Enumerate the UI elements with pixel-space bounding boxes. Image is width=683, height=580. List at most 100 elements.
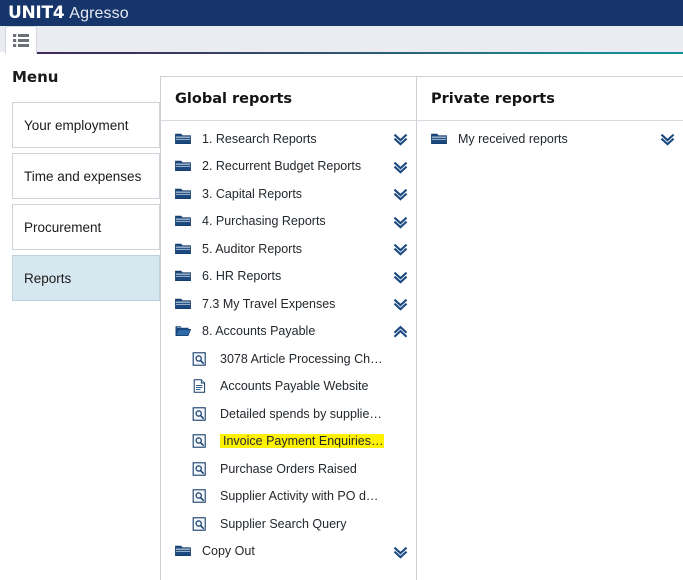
folder-closed-icon <box>175 133 191 144</box>
tree-node[interactable]: Copy Out <box>161 538 416 566</box>
folder-open-icon <box>175 326 191 337</box>
tree-node-icon <box>191 462 209 476</box>
left-menu-column: Menu Your employment Time and expenses Pro… <box>0 54 160 580</box>
tree-node-icon <box>191 407 209 421</box>
folder-closed-icon <box>175 546 191 557</box>
tree-node-label: 8. Accounts Payable <box>202 324 316 339</box>
tree-node-icon <box>174 159 192 173</box>
folder-closed-icon <box>175 298 191 309</box>
tree-node-label: 4. Purchasing Reports <box>202 214 326 229</box>
tree-node[interactable]: My received reports <box>417 125 683 153</box>
query-report-icon <box>192 407 206 421</box>
tree-node-icon <box>174 297 192 311</box>
tree-node-icon <box>174 544 192 558</box>
folder-closed-icon <box>431 133 447 144</box>
tree-expander-toggle[interactable] <box>390 544 410 559</box>
tree-node[interactable]: Detailed spends by supplier, school, co.… <box>161 400 416 428</box>
menu-item-label: Reports <box>24 270 72 286</box>
tree-node[interactable]: Supplier Activity with PO details <box>161 483 416 511</box>
menu-item-reports[interactable]: Reports <box>12 255 160 301</box>
query-report-icon <box>192 462 206 476</box>
tab-menu[interactable] <box>5 26 37 54</box>
menu-item-time-and-expenses[interactable]: Time and expenses <box>12 153 160 199</box>
private-reports-header: Private reports <box>417 77 683 121</box>
tree-node-icon <box>174 324 192 338</box>
query-report-icon <box>192 434 206 448</box>
tree-node[interactable]: 6. HR Reports <box>161 263 416 291</box>
private-reports-title: Private reports <box>431 90 555 107</box>
tree-node-icon <box>430 132 448 146</box>
tree-expander-toggle[interactable] <box>657 131 677 146</box>
tree-node[interactable]: 1. Research Reports <box>161 125 416 153</box>
tree-node[interactable]: 3078 Article Processing Charge for Li... <box>161 345 416 373</box>
chevron-double-down-icon <box>393 189 407 201</box>
tree-node[interactable]: 7.3 My Travel Expenses <box>161 290 416 318</box>
tree-expander-toggle[interactable] <box>390 241 410 256</box>
tree-node-label: 6. HR Reports <box>202 269 282 284</box>
tree-node[interactable]: 5. Auditor Reports <box>161 235 416 263</box>
tree-node[interactable]: Accounts Payable Website <box>161 373 416 401</box>
tree-node[interactable]: 2. Recurrent Budget Reports <box>161 153 416 181</box>
tree-node[interactable]: 8. Accounts Payable <box>161 318 416 346</box>
global-reports-header: Global reports <box>161 77 416 121</box>
document-icon <box>193 379 206 393</box>
tree-node-label: Purchase Orders Raised <box>220 461 357 476</box>
menu-button-list: Your employment Time and expenses Procurem… <box>12 102 160 301</box>
query-report-icon <box>192 489 206 503</box>
tree-node-label: 2. Recurrent Budget Reports <box>202 159 362 174</box>
tree-expander-toggle[interactable] <box>390 214 410 229</box>
tree-node[interactable]: 3. Capital Reports <box>161 180 416 208</box>
tree-node-label: Invoice Payment Enquiries (w) <box>220 434 384 449</box>
tree-node[interactable]: Purchase Orders Raised <box>161 455 416 483</box>
chevron-double-down-icon <box>393 271 407 284</box>
tree-node-label: 3. Capital Reports <box>202 186 303 201</box>
tree-node[interactable]: 4. Purchasing Reports <box>161 208 416 236</box>
menu-item-label: Time and expenses <box>24 168 142 184</box>
private-reports-pane: Private reports My received reports <box>417 77 683 580</box>
tree-node[interactable]: Invoice Payment Enquiries (w) <box>161 428 416 456</box>
folder-closed-icon <box>175 216 191 227</box>
query-report-icon <box>192 517 206 531</box>
tree-expander-toggle[interactable] <box>390 324 410 339</box>
menu-item-label: Your employment <box>24 117 129 133</box>
chevron-double-down-icon <box>393 134 407 146</box>
chevron-double-down-icon <box>393 299 407 311</box>
tree-expander-toggle[interactable] <box>390 131 410 146</box>
tree-node-icon <box>191 379 209 393</box>
logo-product-text: Agresso <box>69 4 129 22</box>
tree-node-label: Detailed spends by supplier, school, co.… <box>220 406 384 421</box>
tree-node-label: Accounts Payable Website <box>220 379 369 394</box>
tree-node-label: 5. Auditor Reports <box>202 241 303 256</box>
tree-expander-toggle[interactable] <box>390 269 410 284</box>
tree-node-label: Supplier Activity with PO details <box>220 489 384 504</box>
tree-expander-toggle[interactable] <box>390 159 410 174</box>
tree-expander-toggle[interactable] <box>390 186 410 201</box>
global-reports-pane: Global reports 1. Research Reports 2. Rec… <box>161 77 417 580</box>
tree-node-label: 3078 Article Processing Charge for Li... <box>220 351 384 366</box>
global-reports-tree: 1. Research Reports 2. Recurrent Budget R… <box>161 121 416 565</box>
tab-strip <box>0 26 683 54</box>
folder-closed-icon <box>175 243 191 254</box>
tree-node-icon <box>191 352 209 366</box>
tree-node-icon <box>174 269 192 283</box>
logo-mark-text: UNIT4 <box>8 2 65 23</box>
global-reports-title: Global reports <box>175 90 293 107</box>
highlight-marker: Invoice Payment Enquiries (w) <box>220 434 384 449</box>
tree-node-icon <box>191 489 209 503</box>
folder-closed-icon <box>175 161 191 172</box>
tree-node-icon <box>191 434 209 448</box>
tree-node[interactable]: Supplier Search Query <box>161 510 416 538</box>
tree-node-icon <box>174 214 192 228</box>
query-report-icon <box>192 352 206 366</box>
chevron-double-down-icon <box>660 134 674 146</box>
tree-expander-toggle[interactable] <box>390 296 410 311</box>
chevron-double-down-icon <box>393 161 407 174</box>
app-header-bar: UNIT4 Agresso <box>0 0 683 26</box>
menu-item-procurement[interactable]: Procurement <box>12 204 160 250</box>
menu-item-your-employment[interactable]: Your employment <box>12 102 160 148</box>
folder-closed-icon <box>175 188 191 199</box>
tree-node-label: 1. Research Reports <box>202 131 317 146</box>
reports-panes: Global reports 1. Research Reports 2. Rec… <box>160 76 683 580</box>
menu-title: Menu <box>12 68 59 86</box>
tree-node-icon <box>174 187 192 201</box>
